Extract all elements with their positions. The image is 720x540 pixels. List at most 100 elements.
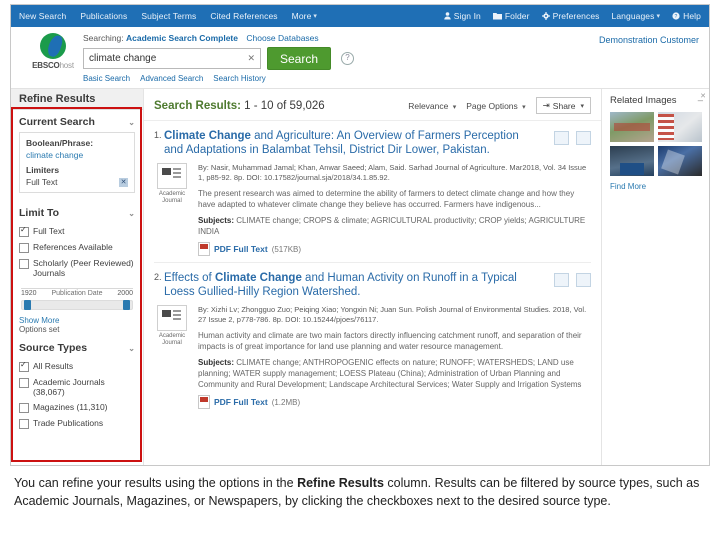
checkbox-icon[interactable] xyxy=(19,360,29,372)
sort-relevance-dropdown[interactable]: Relevance ▾ xyxy=(408,101,456,111)
search-input[interactable]: climate change ✕ xyxy=(83,48,261,69)
related-image-thumbnail[interactable] xyxy=(610,112,654,142)
checkbox-icon[interactable] xyxy=(19,258,29,269)
result-title-highlight: Climate Change xyxy=(164,130,251,142)
limit-option-references-available[interactable]: References Available xyxy=(19,239,135,255)
result-number: 1. xyxy=(154,130,162,140)
caption-part-1: You can refine your results using the op… xyxy=(14,476,298,490)
nav-cited-references[interactable]: Cited References xyxy=(210,11,277,21)
brand-label: EBSCOhost xyxy=(25,61,81,70)
account-label: Demonstration Customer xyxy=(598,35,699,45)
publication-date-slider[interactable]: 1920 Publication Date 2000 xyxy=(21,288,133,310)
link-advanced-search[interactable]: Advanced Search xyxy=(140,74,203,83)
checkbox-icon[interactable] xyxy=(19,377,29,388)
pdf-full-text-link[interactable]: PDF Full Text (517KB) xyxy=(198,242,591,256)
nav-help[interactable]: ? Help xyxy=(672,11,701,21)
nav-languages-label: Languages xyxy=(611,11,655,21)
brand-suffix: host xyxy=(59,61,75,70)
chevron-down-icon: ⌄ xyxy=(128,208,135,218)
limit-to-header[interactable]: Limit To ⌄ xyxy=(19,207,135,223)
current-search-box: Boolean/Phrase: climate change Limiters … xyxy=(19,132,135,193)
preview-icon[interactable] xyxy=(554,273,569,287)
result-title-link[interactable]: Effects of Climate Change and Human Acti… xyxy=(164,271,534,299)
pdf-full-text-link[interactable]: PDF Full Text (1.2MB) xyxy=(198,395,591,409)
result-title-link[interactable]: Climate Change and Agriculture: An Overv… xyxy=(164,129,534,157)
find-more-link[interactable]: Find More xyxy=(610,182,703,191)
limiter-full-text: Full Text xyxy=(26,177,58,187)
nav-preferences-label: Preferences xyxy=(552,11,600,21)
date-range-start: 1920 xyxy=(21,290,37,297)
share-button[interactable]: ⇥ Share ▾ xyxy=(535,97,591,114)
content-columns: Refine Results Current Search ⌄ Boolean/… xyxy=(11,89,709,465)
checkbox-icon[interactable] xyxy=(19,242,29,253)
result-action-icons xyxy=(554,129,591,145)
preview-icon[interactable] xyxy=(554,131,569,145)
nav-sign-in-label: Sign In xyxy=(453,11,481,21)
close-icon[interactable]: ✕ xyxy=(700,92,706,100)
clear-icon[interactable]: ✕ xyxy=(247,53,255,64)
source-type-label: Trade Publications xyxy=(33,417,104,428)
top-nav-right-group: Sign In Folder Preferences Languages ▾ ?… xyxy=(444,11,701,21)
result-number: 2. xyxy=(154,272,162,282)
source-type-all-results[interactable]: All Results xyxy=(19,358,135,374)
checkbox-icon[interactable] xyxy=(19,418,29,429)
limit-option-scholarly-peer-reviewed[interactable]: Scholarly (Peer Reviewed) Journals xyxy=(19,255,135,280)
source-types-header[interactable]: Source Types ⌄ xyxy=(19,342,135,358)
checkbox-icon[interactable] xyxy=(19,225,29,237)
chevron-down-icon: ▾ xyxy=(313,13,318,20)
search-button[interactable]: Search xyxy=(267,47,332,70)
journal-icon xyxy=(157,163,187,189)
result-citation: By: Xizhi Lv; Zhongguo Zuo; Peiqing Xiao… xyxy=(198,305,587,324)
link-search-history[interactable]: Search History xyxy=(213,74,265,83)
slider-handle-right[interactable] xyxy=(123,300,130,310)
nav-new-search[interactable]: New Search xyxy=(19,11,66,21)
nav-more[interactable]: More ▾ xyxy=(292,11,317,21)
add-to-folder-icon[interactable] xyxy=(576,273,591,287)
close-icon[interactable]: ✕ xyxy=(119,177,128,187)
related-image-thumbnail[interactable] xyxy=(610,146,654,176)
checkbox-icon[interactable] xyxy=(19,402,29,413)
nav-preferences[interactable]: Preferences xyxy=(541,11,600,21)
instructional-caption: You can refine your results using the op… xyxy=(14,474,708,510)
source-types-label: Source Types xyxy=(19,342,88,354)
top-nav-left-group: New Search Publications Subject Terms Ci… xyxy=(19,11,317,21)
slider-track[interactable] xyxy=(21,300,133,310)
related-image-thumbnail[interactable] xyxy=(658,146,702,176)
search-help-icon[interactable]: ? xyxy=(341,52,355,65)
page-options-dropdown[interactable]: Page Options ▾ xyxy=(466,101,525,111)
nav-publications[interactable]: Publications xyxy=(80,11,127,21)
facet-limit-to: Limit To ⌄ Full Text References Availabl… xyxy=(11,201,143,336)
pdf-file-size: (1.2MB) xyxy=(271,397,301,407)
related-images-header[interactable]: Related Images – xyxy=(610,95,703,106)
nav-sign-in[interactable]: Sign In xyxy=(444,11,481,21)
svg-text:?: ? xyxy=(675,14,678,20)
gear-icon xyxy=(541,12,550,20)
source-type-trade-publications[interactable]: Trade Publications xyxy=(19,415,135,431)
related-images-title: Related Images xyxy=(610,95,677,106)
link-basic-search[interactable]: Basic Search xyxy=(83,74,130,83)
choose-databases-link[interactable]: Choose Databases xyxy=(246,33,318,43)
ebscohost-logo[interactable]: EBSCOhost xyxy=(25,33,81,70)
slider-handle-left[interactable] xyxy=(24,300,31,310)
add-to-folder-icon[interactable] xyxy=(576,131,591,145)
show-more-link[interactable]: Show More xyxy=(19,316,135,325)
brand-name: EBSCO xyxy=(32,61,60,70)
source-type-label: Academic Journals (38,067) xyxy=(33,376,105,397)
pdf-icon xyxy=(198,242,210,256)
nav-subject-terms[interactable]: Subject Terms xyxy=(141,11,196,21)
current-search-label: Current Search xyxy=(19,116,95,128)
source-type-academic-journals[interactable]: Academic Journals (38,067) xyxy=(19,374,135,399)
nav-folder[interactable]: Folder xyxy=(492,11,530,21)
chevron-down-icon: ▾ xyxy=(580,102,584,110)
search-input-value: climate change xyxy=(89,53,157,64)
current-search-header[interactable]: Current Search ⌄ xyxy=(19,116,135,132)
related-image-thumbnail[interactable] xyxy=(658,112,702,142)
result-title-highlight: Climate Change xyxy=(214,272,302,284)
limit-option-full-text[interactable]: Full Text xyxy=(19,223,135,239)
searching-label: Searching: xyxy=(83,33,124,43)
sort-label: Relevance xyxy=(408,100,449,111)
source-type-magazines[interactable]: Magazines (11,310) xyxy=(19,399,135,415)
subjects-value: CLIMATE change; CROPS & climate; AGRICUL… xyxy=(198,216,586,236)
share-icon: ⇥ xyxy=(542,100,550,110)
nav-languages[interactable]: Languages ▾ xyxy=(612,11,661,21)
